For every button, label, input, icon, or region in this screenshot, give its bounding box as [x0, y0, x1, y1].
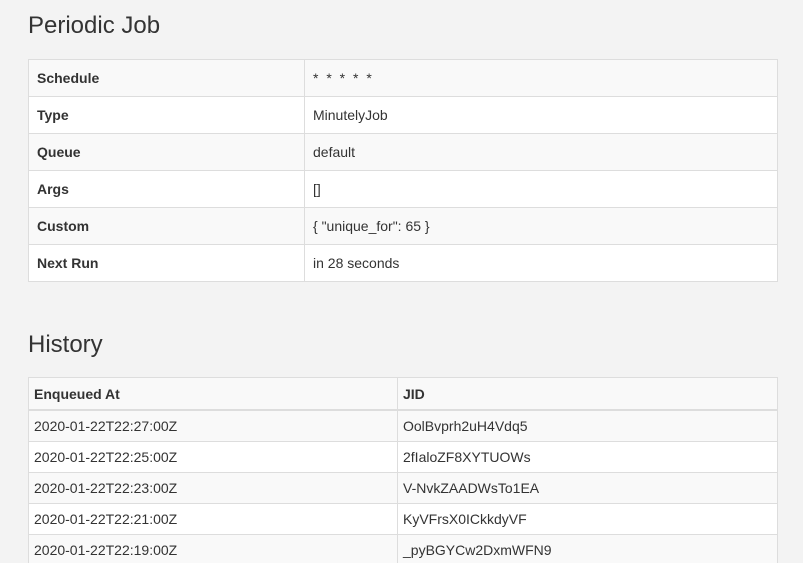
job-key: Type	[28, 96, 305, 134]
table-row: 2020-01-22T22:23:00Z V-NvkZAADWsTo1EA	[28, 472, 778, 504]
enqueued-at-cell: 2020-01-22T22:27:00Z	[28, 409, 398, 442]
job-key: Args	[28, 170, 305, 208]
job-value-custom: { "unique_for": 65 }	[304, 207, 778, 245]
table-row: 2020-01-22T22:19:00Z _pyBGYCw2DxmWFN9	[28, 534, 778, 563]
page: Periodic Job Schedule * * * * * Type Min…	[0, 0, 803, 563]
column-header-enqueued-at: Enqueued At	[28, 377, 398, 411]
enqueued-at-cell: 2020-01-22T22:21:00Z	[28, 503, 398, 535]
table-row: 2020-01-22T22:25:00Z 2fIaloZF8XYTUOWs	[28, 441, 778, 473]
jid-cell: 2fIaloZF8XYTUOWs	[397, 441, 778, 473]
job-value-next-run: in 28 seconds	[304, 244, 778, 282]
table-row: 2020-01-22T22:21:00Z KyVFrsX0ICkkdyVF	[28, 503, 778, 535]
jid-cell: _pyBGYCw2DxmWFN9	[397, 534, 778, 563]
periodic-job-heading: Periodic Job	[28, 12, 161, 39]
enqueued-at-cell: 2020-01-22T22:19:00Z	[28, 534, 398, 563]
job-row-args: Args []	[28, 170, 778, 208]
enqueued-at-cell: 2020-01-22T22:25:00Z	[28, 441, 398, 473]
job-value-schedule: * * * * *	[304, 59, 778, 97]
enqueued-at-cell: 2020-01-22T22:23:00Z	[28, 472, 398, 504]
job-key: Custom	[28, 207, 305, 245]
periodic-job-table: Schedule * * * * * Type MinutelyJob Queu…	[28, 59, 778, 282]
history-header-row: Enqueued At JID	[28, 377, 778, 411]
jid-cell: V-NvkZAADWsTo1EA	[397, 472, 778, 504]
jid-cell: OolBvprh2uH4Vdq5	[397, 409, 778, 442]
job-key: Next Run	[28, 244, 305, 282]
job-value-queue: default	[304, 133, 778, 171]
history-table: Enqueued At JID 2020-01-22T22:27:00Z Ool…	[28, 377, 778, 563]
job-row-schedule: Schedule * * * * *	[28, 59, 778, 97]
column-header-jid: JID	[397, 377, 778, 411]
job-row-type: Type MinutelyJob	[28, 96, 778, 134]
job-value-args: []	[304, 170, 778, 208]
job-row-queue: Queue default	[28, 133, 778, 171]
job-key: Schedule	[28, 59, 305, 97]
job-row-next-run: Next Run in 28 seconds	[28, 244, 778, 282]
job-row-custom: Custom { "unique_for": 65 }	[28, 207, 778, 245]
history-heading: History	[28, 331, 103, 358]
job-key: Queue	[28, 133, 305, 171]
jid-cell: KyVFrsX0ICkkdyVF	[397, 503, 778, 535]
job-value-type: MinutelyJob	[304, 96, 778, 134]
table-row: 2020-01-22T22:27:00Z OolBvprh2uH4Vdq5	[28, 409, 778, 442]
